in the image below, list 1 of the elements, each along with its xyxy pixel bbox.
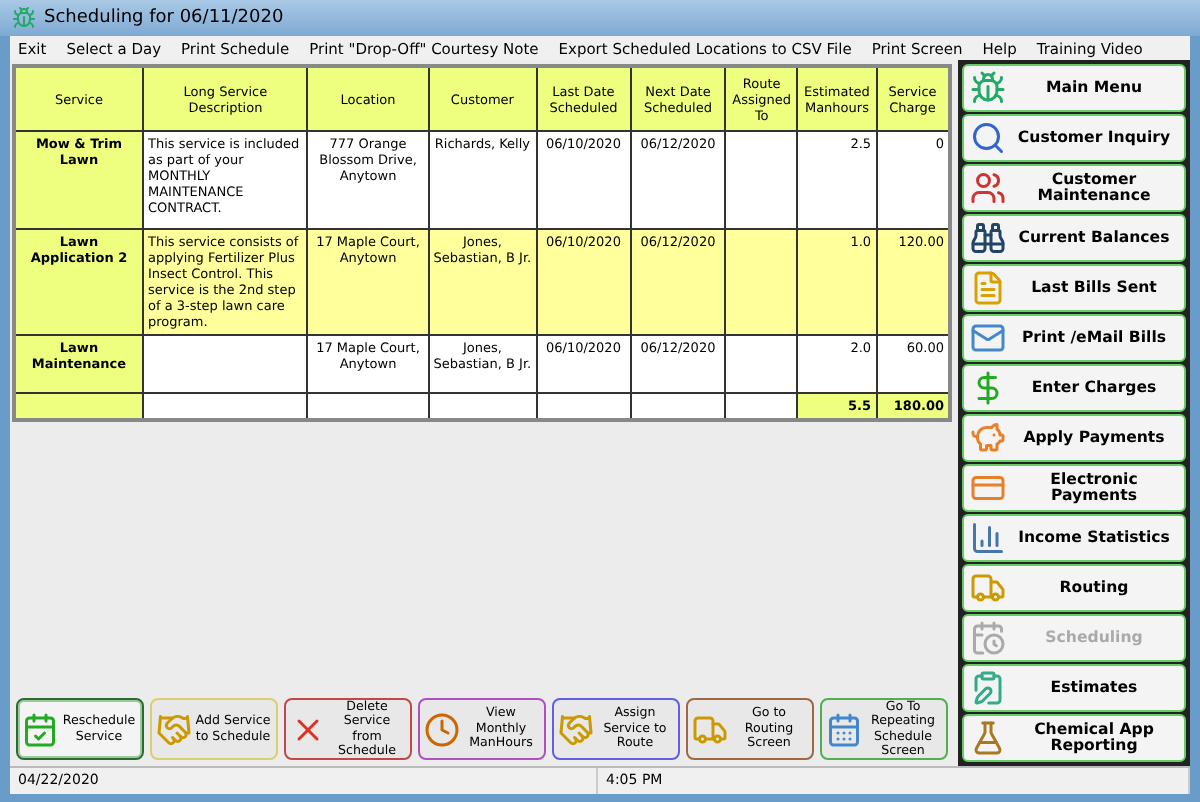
window-title: Scheduling for 06/11/2020 bbox=[44, 8, 284, 28]
